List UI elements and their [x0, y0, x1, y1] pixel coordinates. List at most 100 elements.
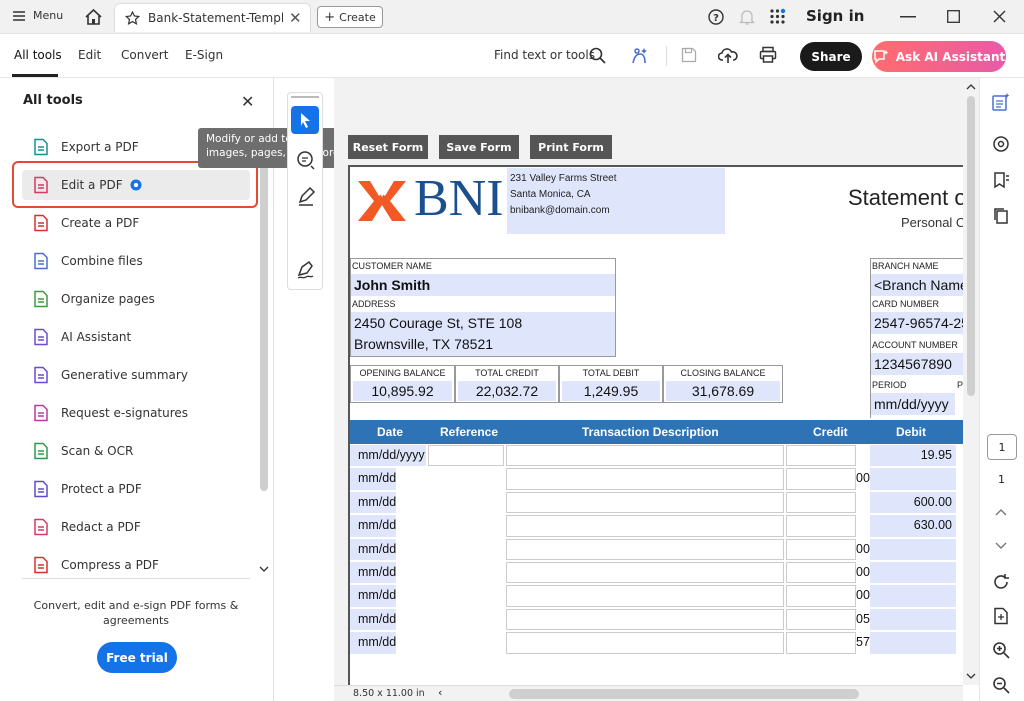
ai-summary-icon[interactable] [991, 92, 1011, 112]
debit-field[interactable] [870, 468, 956, 490]
tool-item-organize-pages[interactable]: Organize pages [22, 284, 250, 314]
description-field[interactable] [506, 445, 784, 467]
summary-value: 1,249.95 [583, 383, 639, 399]
compress-pdf-icon [34, 556, 48, 574]
description-field[interactable] [506, 468, 784, 490]
table-row: mm/dd/yyyy 19.95 [350, 444, 963, 467]
credit-field[interactable] [786, 491, 856, 514]
create-button[interactable]: + Create [317, 6, 383, 28]
document-viewer[interactable]: Reset Form Save Form Print Form BNI 231 … [334, 78, 963, 685]
print-icon[interactable] [759, 46, 777, 64]
rotate-icon[interactable] [992, 573, 1010, 591]
minimize-icon[interactable] [900, 16, 916, 18]
tool-item-redact-a-pdf[interactable]: Redact a PDF [22, 512, 250, 542]
tool-item-request-e-signatures[interactable]: Request e-signatures [22, 398, 250, 428]
tool-item-protect-a-pdf[interactable]: Protect a PDF [22, 474, 250, 504]
debit-field[interactable] [870, 632, 956, 654]
tab-convert[interactable]: Convert [121, 48, 168, 62]
comment-icon[interactable] [295, 149, 317, 171]
credit-field[interactable] [786, 608, 856, 631]
sign-pen-icon[interactable] [295, 259, 317, 281]
tool-item-generative-summary[interactable]: Generative summary [22, 360, 250, 390]
debit-field[interactable] [870, 538, 956, 560]
help-icon[interactable]: ? [708, 9, 724, 25]
save-form-button[interactable]: Save Form [439, 135, 519, 159]
tool-item-scan-ocr[interactable]: Scan & OCR [22, 436, 250, 466]
credit-field[interactable] [786, 468, 856, 490]
close-tab-icon[interactable]: ✕ [289, 9, 302, 27]
panel-scrollbar[interactable] [257, 127, 271, 577]
credit-field[interactable] [786, 632, 856, 654]
debit-field[interactable] [870, 608, 956, 631]
close-panel-icon[interactable]: ✕ [241, 92, 254, 111]
strip-handle[interactable] [291, 96, 319, 98]
panel-divider [22, 578, 250, 579]
tab-edit[interactable]: Edit [78, 48, 101, 62]
chevron-down-icon[interactable] [995, 542, 1007, 550]
description-field[interactable] [506, 585, 784, 607]
toolbar-divider [666, 46, 667, 66]
description-field[interactable] [506, 632, 784, 654]
row-debit: 630.00 [913, 518, 952, 533]
save-icon[interactable] [681, 47, 697, 63]
free-trial-button[interactable]: Free trial [97, 642, 177, 673]
credit-field[interactable] [786, 515, 856, 537]
tool-item-ai-assistant[interactable]: AI Assistant [22, 322, 250, 352]
bank-email: bnibank@domain.com [510, 205, 610, 216]
share-button[interactable]: Share [800, 42, 862, 71]
credit-field[interactable] [786, 445, 856, 467]
document-tab[interactable]: Bank-Statement-Templ... ✕ [114, 3, 311, 32]
menu-button[interactable]: Menu [12, 9, 63, 22]
ai-tools-icon[interactable] [630, 46, 650, 66]
current-page-input[interactable]: 1 [987, 434, 1017, 460]
cloud-upload-icon[interactable] [718, 46, 738, 64]
home-icon[interactable] [84, 8, 103, 26]
create-pdf-icon [34, 214, 48, 232]
request-esignatures-icon [34, 404, 48, 422]
summary-label: TOTAL CREDIT [475, 368, 539, 378]
ask-ai-assistant-button[interactable]: Ask AI Assistant [872, 41, 1006, 72]
tool-item-combine-files[interactable]: Combine files [22, 246, 250, 276]
print-form-button[interactable]: Print Form [530, 135, 612, 159]
description-field[interactable] [506, 562, 784, 584]
tab-title: Bank-Statement-Templ... [148, 11, 283, 25]
description-field[interactable] [506, 608, 784, 631]
tab-esign[interactable]: E-Sign [185, 48, 223, 62]
zoom-in-icon[interactable] [992, 641, 1010, 659]
horizontal-scroll-thumb[interactable] [509, 689, 859, 699]
row-date: mm/dd/ [358, 565, 400, 579]
description-field[interactable] [506, 538, 784, 560]
tool-item-create-a-pdf[interactable]: Create a PDF [22, 208, 250, 238]
chevron-up-icon[interactable] [995, 508, 1007, 516]
debit-field[interactable] [870, 562, 956, 584]
account-number: 1234567890 [874, 356, 952, 372]
zoom-out-icon[interactable] [992, 676, 1010, 694]
credit-field[interactable] [786, 562, 856, 584]
window-close-icon[interactable] [993, 10, 1006, 23]
maximize-icon[interactable] [947, 10, 960, 23]
tab-all-tools[interactable]: All tools [14, 48, 62, 62]
credit-field[interactable] [786, 585, 856, 607]
star-icon[interactable] [125, 10, 140, 26]
description-field[interactable] [506, 515, 784, 537]
debit-field[interactable] [870, 585, 956, 607]
search-icon[interactable] [589, 47, 606, 64]
bell-icon[interactable] [739, 8, 755, 26]
highlight-pen-icon[interactable] [295, 185, 317, 207]
apps-grid-icon[interactable] [769, 8, 786, 25]
reset-form-button[interactable]: Reset Form [348, 135, 428, 159]
bookmark-icon[interactable] [992, 171, 1010, 189]
sign-in-link[interactable]: Sign in [806, 7, 864, 25]
quick-tools-strip [287, 92, 323, 290]
document-scrollbar[interactable] [963, 78, 979, 685]
scroll-left-icon[interactable]: ‹ [438, 686, 442, 699]
credit-field[interactable] [786, 538, 856, 560]
tool-item-compress-a-pdf[interactable]: Compress a PDF [22, 550, 250, 580]
select-tool-button[interactable] [291, 106, 319, 134]
find-text-tools[interactable]: Find text or tools [494, 48, 595, 62]
reference-field[interactable] [428, 445, 504, 467]
pages-icon[interactable] [992, 207, 1010, 225]
page-fit-icon[interactable] [992, 607, 1010, 625]
comments-panel-icon[interactable] [992, 135, 1010, 153]
description-field[interactable] [506, 491, 784, 514]
